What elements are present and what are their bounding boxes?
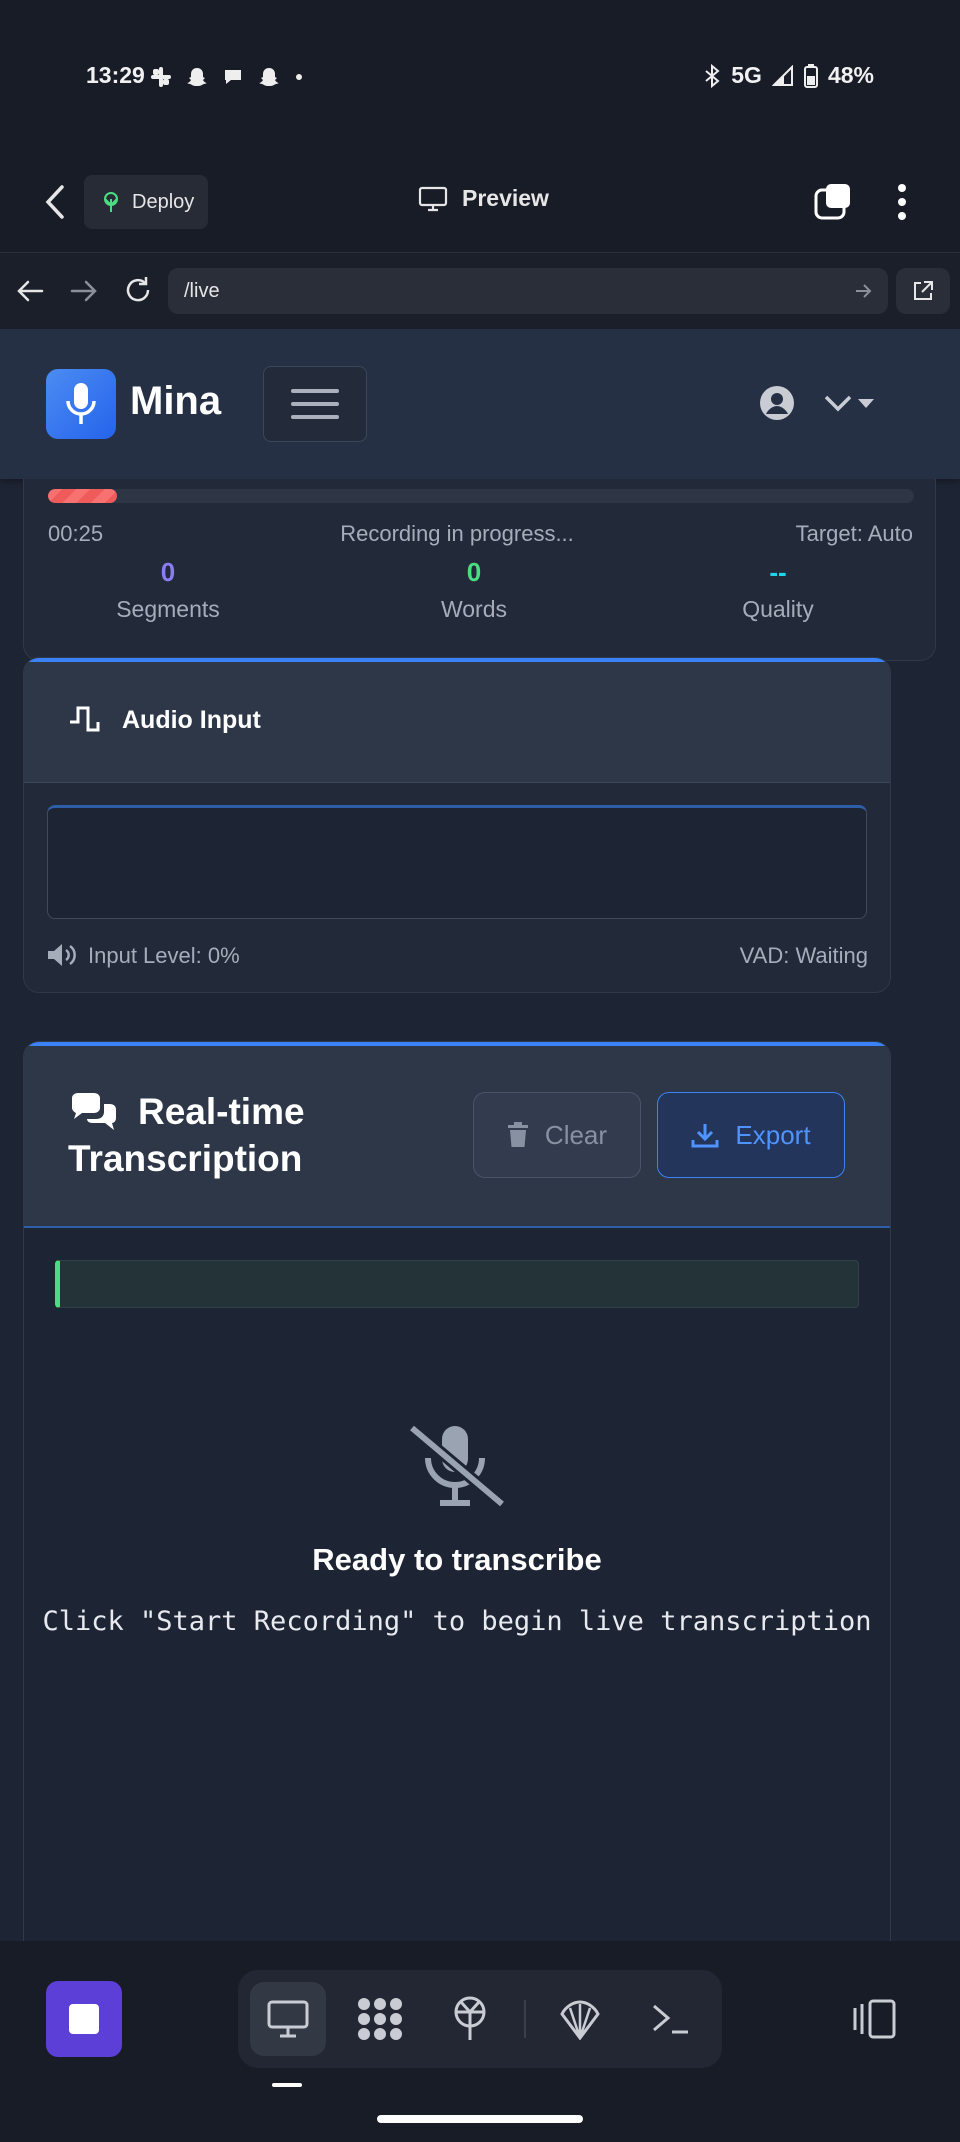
stat-label: Quality — [742, 596, 814, 622]
home-indicator — [377, 2115, 583, 2123]
mic-logo[interactable] — [46, 369, 116, 439]
browser-back-icon[interactable] — [14, 276, 46, 306]
url-text: /live — [184, 279, 220, 302]
terminal-tab[interactable] — [632, 1982, 708, 2056]
stat-label: Words — [440, 596, 508, 622]
shell-tab[interactable] — [542, 1982, 618, 2056]
trash-icon — [507, 1122, 528, 1147]
bottom-tab-group — [238, 1970, 722, 2068]
menu-toggle-button[interactable] — [263, 366, 367, 442]
stop-button[interactable] — [46, 1981, 122, 2057]
deploy-button[interactable]: Deploy — [84, 175, 208, 229]
recording-progress-fill — [48, 489, 118, 503]
microphone-slash-icon — [408, 1424, 506, 1508]
status-time: 13:29 — [86, 62, 145, 88]
shell-icon — [560, 2000, 600, 2040]
more-vert-icon[interactable] — [892, 182, 912, 222]
battery-label: 48% — [827, 62, 874, 88]
stat-words: 0 Words — [354, 557, 594, 623]
preview-label: Preview — [462, 185, 549, 211]
download-icon — [691, 1124, 719, 1148]
desktop-icon — [267, 2000, 309, 2038]
microphone-icon — [66, 383, 96, 424]
apps-tab[interactable] — [342, 1982, 418, 2056]
recording-progress-bar — [48, 489, 914, 503]
tabs-icon[interactable] — [814, 182, 854, 222]
volume-icon — [48, 944, 76, 966]
clear-button[interactable]: Clear — [473, 1092, 641, 1178]
status-right: 5G 48% — [703, 62, 874, 89]
stat-value: -- — [769, 557, 787, 587]
audio-input-card: Audio Input Input Level: 0% VAD: Waiting — [23, 657, 891, 993]
empty-state-title: Ready to transcribe — [312, 1542, 602, 1577]
stat-value: 0 — [466, 557, 482, 587]
url-field[interactable]: /live — [168, 268, 888, 314]
input-level: Input Level: 0% — [88, 943, 240, 968]
deploy-icon — [454, 1996, 486, 2040]
deploy-icon — [104, 192, 118, 212]
recording-status-text: Recording in progress... — [340, 521, 574, 546]
stat-quality: -- Quality — [658, 557, 898, 623]
bluetooth-icon — [705, 63, 720, 88]
reload-icon[interactable] — [122, 274, 154, 306]
open-external-button[interactable] — [896, 268, 950, 314]
transcription-title: Real-time Transcription — [68, 1088, 305, 1182]
go-icon — [856, 284, 872, 298]
vad-status: VAD: Waiting — [739, 943, 868, 968]
snapchat-icon — [259, 68, 279, 86]
network-label: 5G — [731, 62, 762, 88]
caret-down-icon[interactable] — [856, 397, 876, 409]
desktop-tab[interactable] — [250, 1982, 326, 2056]
chat-icon — [225, 70, 241, 84]
waveform-icon — [70, 706, 100, 732]
panel-toggle-icon[interactable] — [852, 1998, 898, 2040]
terminal-icon — [653, 2004, 688, 2034]
brand-name[interactable]: Mina — [130, 379, 221, 424]
title-line2: Transcription — [68, 1138, 303, 1179]
deploy-label: Deploy — [132, 190, 195, 213]
site-navbar: Mina — [0, 329, 960, 479]
web-content: Mina 00:25 Recording in progress... Targ… — [0, 329, 960, 1941]
user-avatar-icon[interactable] — [758, 384, 796, 422]
live-transcript-line — [55, 1260, 859, 1308]
open-external-icon — [914, 281, 933, 300]
clear-label: Clear — [544, 1119, 608, 1150]
audio-input-title: Audio Input — [122, 706, 261, 734]
stop-icon — [69, 2004, 99, 2034]
notification-icons — [150, 66, 304, 88]
chevron-down-icon[interactable] — [822, 389, 854, 417]
audio-visualizer — [47, 805, 867, 919]
preview-tab[interactable]: Preview — [418, 185, 549, 212]
battery-icon — [803, 63, 818, 88]
slack-icon — [151, 67, 171, 87]
monitor-icon — [418, 186, 448, 211]
stat-segments: 0 Segments — [48, 557, 288, 623]
stat-label: Segments — [116, 596, 220, 622]
more-dot-icon — [296, 74, 302, 80]
export-label: Export — [735, 1119, 811, 1150]
back-icon[interactable] — [40, 183, 72, 221]
transcription-header: Real-time Transcription Clear Export — [24, 1046, 890, 1228]
title-line1: Real-time — [138, 1091, 305, 1132]
tab-divider — [524, 2000, 526, 2038]
stat-value: 0 — [160, 557, 176, 587]
audio-input-header: Audio Input — [24, 662, 890, 783]
browser-forward-icon[interactable] — [68, 276, 100, 306]
snapchat-icon — [187, 68, 207, 86]
deploy-tab[interactable] — [432, 1982, 508, 2056]
target-label: Target: Auto — [795, 521, 913, 546]
active-tab-indicator — [272, 2083, 302, 2087]
apps-icon — [358, 1998, 402, 2040]
recording-status-card: 00:25 Recording in progress... Target: A… — [23, 479, 936, 661]
status-bar: 13:29 5G 48% — [0, 0, 960, 150]
transcription-card: Real-time Transcription Clear Export Rea… — [23, 1041, 891, 1941]
signal-icon — [771, 64, 793, 86]
export-button[interactable]: Export — [657, 1092, 845, 1178]
empty-state-subtitle: Click "Start Recording" to begin live tr… — [42, 1606, 872, 1637]
